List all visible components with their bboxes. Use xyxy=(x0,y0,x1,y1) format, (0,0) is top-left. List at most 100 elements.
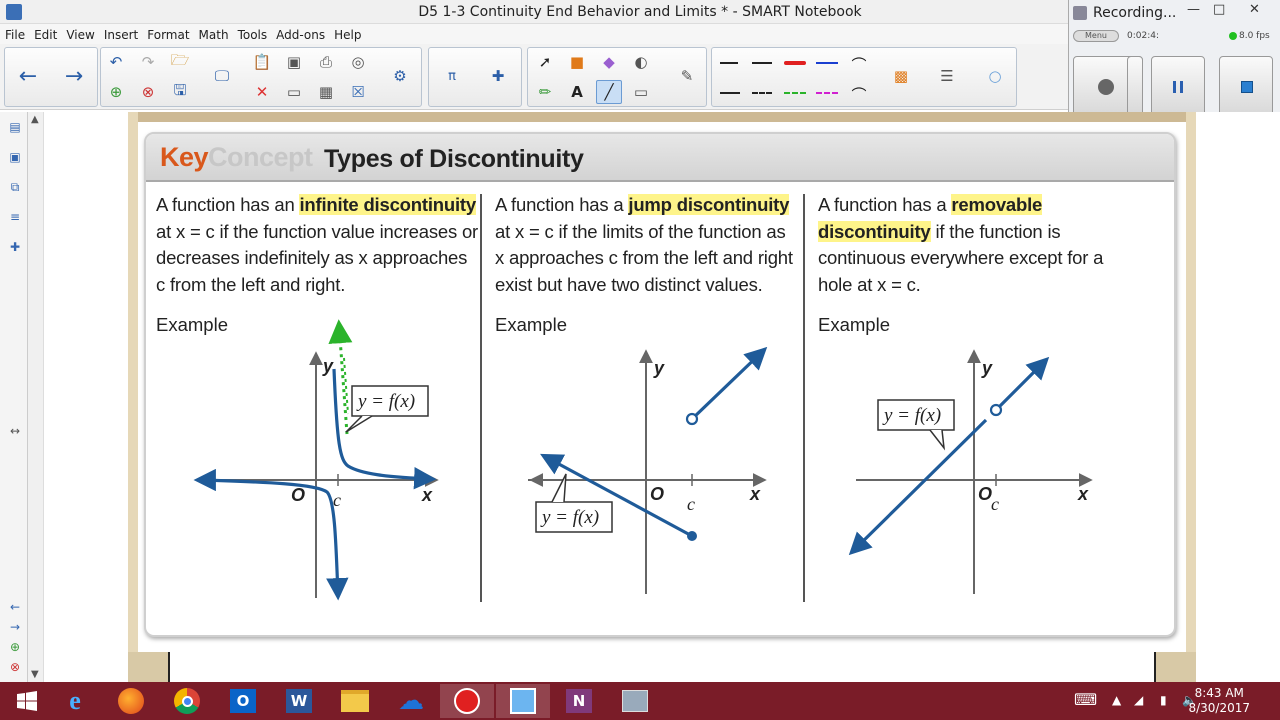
close-icon[interactable]: ✕ xyxy=(1249,2,1260,17)
side-add-icon[interactable]: ⊕ xyxy=(6,640,24,658)
line-style-red[interactable] xyxy=(784,61,806,65)
smart-notebook-taskbar[interactable] xyxy=(496,684,550,718)
next-page-icon[interactable]: → xyxy=(61,64,87,89)
math-tools-icon[interactable]: π xyxy=(439,64,465,88)
system-clock[interactable]: 8:43 AM 8/30/2017 xyxy=(1188,686,1250,716)
table-icon[interactable]: ▦ xyxy=(313,80,339,104)
line-style-magenta-dashed[interactable] xyxy=(816,92,838,94)
origin-label: O xyxy=(291,485,305,505)
camera-app-taskbar[interactable] xyxy=(608,684,662,718)
line-tool-icon[interactable]: ╱ xyxy=(596,80,622,104)
document-camera-icon[interactable]: ⎙ xyxy=(313,50,339,74)
properties-icon[interactable]: ✎ xyxy=(674,64,700,88)
record-dropdown[interactable] xyxy=(1127,56,1143,116)
word-taskbar[interactable]: W xyxy=(272,684,326,718)
screen-shade-icon[interactable]: ▭ xyxy=(281,80,307,104)
page-sorter-icon[interactable]: ▤ xyxy=(6,120,24,138)
pens-icon[interactable]: ✏ xyxy=(532,80,558,104)
internet-explorer-taskbar[interactable]: e xyxy=(48,684,102,718)
outlook-icon: O xyxy=(230,689,256,713)
line-style-blue[interactable] xyxy=(816,62,838,64)
recorder-elapsed: 0:02:4: xyxy=(1127,31,1160,41)
addons-tab-icon[interactable]: ✚ xyxy=(6,240,24,258)
menu-file[interactable]: File xyxy=(0,25,29,42)
resize-handle-icon[interactable]: ↔ xyxy=(6,424,24,442)
eraser-icon[interactable]: ▭ xyxy=(628,80,654,104)
response-icon[interactable]: ✚ xyxy=(485,64,511,88)
side-delete-icon[interactable]: ⊗ xyxy=(6,660,24,678)
show-hidden-icons-icon[interactable]: ▲ xyxy=(1112,693,1121,707)
line-style-arrow-2[interactable] xyxy=(720,92,740,94)
line-style-arrow[interactable] xyxy=(752,62,772,64)
network-icon[interactable]: ◢ xyxy=(1134,693,1143,707)
side-forward-icon[interactable]: → xyxy=(6,620,24,638)
example-label-2: Example xyxy=(495,314,567,335)
gallery-icon[interactable]: ◎ xyxy=(345,50,371,74)
file-explorer-taskbar[interactable] xyxy=(328,684,382,718)
scroll-up-icon[interactable]: ▲ xyxy=(31,114,39,125)
attachments-icon[interactable]: ⧉ xyxy=(6,180,24,198)
recorder-panel: Recording... — □ ✕ Menu 0:02:4: 8.0 fps xyxy=(1068,0,1280,122)
transparency-icon[interactable]: ○ xyxy=(982,64,1008,88)
removable-discontinuity-graph: y = f(x) O c x y xyxy=(848,349,1093,594)
page-frame-bottom xyxy=(128,652,1196,682)
keyboard-icon[interactable]: ⌨ xyxy=(1074,690,1097,709)
vertical-scrollbar[interactable]: ▲ ▼ xyxy=(28,112,44,682)
line-thickness-icon[interactable]: ☰ xyxy=(934,64,960,88)
function-label: y = f(x) xyxy=(356,391,415,412)
paste-icon[interactable]: 📋 xyxy=(249,50,275,74)
battery-icon[interactable]: ▮ xyxy=(1160,693,1167,707)
line-style-arc[interactable]: ⌒ xyxy=(846,52,872,76)
line-style-dashed[interactable] xyxy=(752,92,772,94)
undo-icon[interactable]: ↶ xyxy=(103,50,129,74)
firefox-taskbar[interactable] xyxy=(104,684,158,718)
minimize-icon[interactable]: — xyxy=(1187,2,1200,17)
select-arrow-icon[interactable]: ➚ xyxy=(532,50,558,74)
gallery-tab-icon[interactable]: ▣ xyxy=(6,150,24,168)
maximize-icon[interactable]: □ xyxy=(1213,2,1225,17)
eraser-tool-icon[interactable]: ◆ xyxy=(596,50,622,74)
menu-edit[interactable]: Edit xyxy=(29,25,61,42)
x-axis-label: x xyxy=(749,484,761,504)
delete-page-icon[interactable]: ⊗ xyxy=(135,80,161,104)
color-palette-icon[interactable]: ▩ xyxy=(888,64,914,88)
menu-help[interactable]: Help xyxy=(329,25,365,42)
c-label: c xyxy=(687,494,695,514)
add-page-icon[interactable]: ⊕ xyxy=(103,80,129,104)
line-style-group: ⌒ ⌒ ▩ ☰ ○ xyxy=(711,47,1017,107)
shapes-icon[interactable]: ■ xyxy=(564,50,590,74)
fill-icon[interactable]: ◐ xyxy=(628,50,654,74)
key-concept-card: KeyConcept Types of Discontinuity A func… xyxy=(144,132,1176,637)
menu-insert[interactable]: Insert xyxy=(99,25,142,42)
properties-tab-icon[interactable]: ≡ xyxy=(6,210,24,228)
previous-page-icon[interactable]: ← xyxy=(15,64,41,89)
full-screen-icon[interactable]: ☒ xyxy=(345,80,371,104)
save-icon[interactable]: 🖫 xyxy=(167,80,193,104)
scroll-down-icon[interactable]: ▼ xyxy=(31,669,39,680)
line-style-solid[interactable] xyxy=(720,62,738,64)
line-style-arc-2[interactable]: ⌒ xyxy=(846,82,872,106)
text-tool-icon[interactable]: A xyxy=(564,80,590,104)
onenote-taskbar[interactable]: N xyxy=(552,684,606,718)
display-icon[interactable]: 🖵 xyxy=(209,64,235,88)
open-folder-icon[interactable]: 🗁 xyxy=(167,50,193,74)
menu-add-ons[interactable]: Add-ons xyxy=(271,25,329,42)
recorder-taskbar[interactable] xyxy=(440,684,494,718)
stop-button[interactable] xyxy=(1219,56,1273,116)
menu-math[interactable]: Math xyxy=(194,25,233,42)
menu-format[interactable]: Format xyxy=(142,25,193,42)
menu-tools[interactable]: Tools xyxy=(233,25,272,42)
pause-button[interactable] xyxy=(1151,56,1205,116)
outlook-taskbar[interactable]: O xyxy=(216,684,270,718)
addon-icon[interactable]: ⚙ xyxy=(387,64,413,88)
side-back-icon[interactable]: ← xyxy=(6,600,24,618)
screen-capture-icon[interactable]: ▣ xyxy=(281,50,307,74)
onedrive-taskbar[interactable]: ☁ xyxy=(384,684,438,718)
line-style-green-dashed[interactable] xyxy=(784,92,806,94)
start-button[interactable] xyxy=(0,684,54,718)
redo-icon[interactable]: ↷ xyxy=(135,50,161,74)
recorder-menu-button[interactable]: Menu xyxy=(1073,30,1119,42)
delete-icon[interactable]: ✕ xyxy=(249,80,275,104)
menu-view[interactable]: View xyxy=(61,25,98,42)
chrome-taskbar[interactable] xyxy=(160,684,214,718)
